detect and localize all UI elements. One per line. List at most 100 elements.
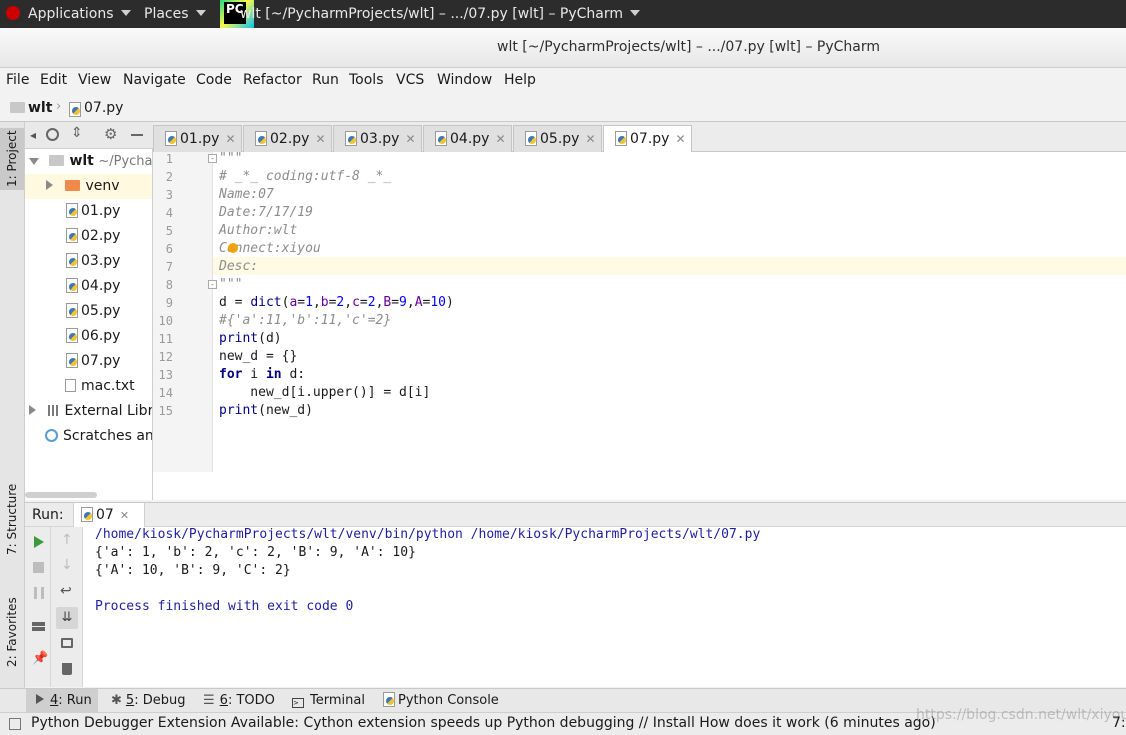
tree-external-libraries[interactable]: External Libraries <box>29 399 152 424</box>
tab-05[interactable]: 05.py ✕ <box>513 125 602 152</box>
project-panel: wlt ~/PycharmProjects/wlt venv 01.py 02.… <box>25 122 153 500</box>
tool-tab-python-console[interactable]: Python Console <box>382 689 499 713</box>
chevron-right-icon: › <box>56 99 62 114</box>
status-message[interactable]: Python Debugger Extension Available: Cyt… <box>31 715 936 731</box>
code-line: Name:07 <box>219 187 274 202</box>
pause-icon[interactable] <box>34 587 44 599</box>
tab-01[interactable]: 01.py ✕ <box>153 125 242 152</box>
tool-tab-debug[interactable]: ✱ 5: Debug <box>111 689 185 713</box>
menu-code[interactable]: Code <box>196 72 232 88</box>
menu-refactor[interactable]: Refactor <box>243 72 302 88</box>
library-icon <box>48 405 61 416</box>
status-toggle-icon[interactable] <box>9 718 21 730</box>
terminal-icon: > <box>292 698 304 708</box>
tab-07[interactable]: 07.py ✕ <box>603 125 692 153</box>
layout-icon[interactable] <box>32 622 45 631</box>
menu-view[interactable]: View <box>78 72 111 88</box>
code-line: #{'a':11,'b':11,'c'=2} <box>219 313 392 328</box>
tree-file[interactable]: 01.py <box>65 199 120 224</box>
close-icon[interactable]: ✕ <box>405 132 415 146</box>
fold-icon[interactable]: - <box>208 280 217 289</box>
tool-tab-run[interactable]: 4: Run <box>26 689 98 713</box>
window-title: wlt [~/PycharmProjects/wlt] – .../07.py … <box>497 39 881 55</box>
code-line: print(new_d) <box>219 403 313 418</box>
tree-venv[interactable]: venv <box>25 174 152 199</box>
collapse-all-icon[interactable]: ⇕ <box>71 125 83 141</box>
run-toolbar-left: 📌 <box>25 527 51 687</box>
tab-04[interactable]: 04.py ✕ <box>423 125 512 152</box>
menu-run[interactable]: Run <box>312 72 339 88</box>
python-file-icon <box>65 203 78 218</box>
tool-tab-favorites[interactable]: 2: Favorites <box>0 584 24 680</box>
hide-icon[interactable] <box>131 134 143 136</box>
pin-icon[interactable]: 📌 <box>32 651 48 666</box>
intention-bulb-icon[interactable] <box>228 243 238 253</box>
breadcrumb-project[interactable]: wlt <box>28 100 52 116</box>
arrow-up-icon[interactable]: ↑ <box>61 532 73 548</box>
console-command: /home/kiosk/PycharmProjects/wlt/venv/bin… <box>95 527 761 542</box>
tree-file[interactable]: 02.py <box>65 224 120 249</box>
python-file-icon <box>434 131 447 146</box>
editor-tabs: 01.py ✕ 02.py ✕ 03.py ✕ 04.py ✕ 05.py ✕ 07.py… <box>153 122 1126 153</box>
active-window-menu[interactable]: PC wlt [~/PycharmProjects/wlt] – .../07.… <box>220 0 641 28</box>
stop-icon[interactable] <box>33 562 44 573</box>
breadcrumb-file[interactable]: 07.py <box>84 100 123 116</box>
code-line: new_d = {} <box>219 349 298 364</box>
close-icon[interactable]: ✕ <box>585 132 595 146</box>
tool-tab-todo[interactable]: ☰ 6: TODO <box>203 689 275 713</box>
folder-icon <box>65 180 81 191</box>
chevron-right-icon <box>46 180 53 190</box>
console-output-line: {'a': 1, 'b': 2, 'c': 2, 'B': 9, 'A': 10… <box>95 545 416 560</box>
code-line: for i in d: <box>219 367 306 382</box>
system-top-bar: Applications Places PC wlt [~/PycharmPro… <box>0 0 1126 28</box>
run-label: Run: <box>32 507 64 523</box>
menu-tools[interactable]: Tools <box>349 72 384 88</box>
python-file-icon <box>65 278 78 293</box>
tab-03[interactable]: 03.py ✕ <box>333 125 422 152</box>
applications-menu[interactable]: Applications <box>6 0 131 28</box>
tree-file[interactable]: 04.py <box>65 274 120 299</box>
menu-file[interactable]: File <box>6 72 29 88</box>
tree-file[interactable]: 03.py <box>65 249 120 274</box>
collapse-icon[interactable]: ◂ <box>30 128 36 142</box>
tree-file[interactable]: mac.txt <box>65 374 135 399</box>
soft-wrap-icon[interactable]: ↩ <box>60 583 72 599</box>
places-menu[interactable]: Places <box>144 0 206 28</box>
rerun-icon[interactable] <box>34 536 44 548</box>
code-line: """ <box>219 277 243 292</box>
caret-position[interactable]: 7: <box>1112 715 1126 731</box>
folder-icon <box>49 155 65 166</box>
fold-icon[interactable]: - <box>208 154 217 163</box>
tree-file[interactable]: 05.py <box>65 299 120 324</box>
scroll-to-end-icon[interactable]: ⇊ <box>56 607 78 629</box>
chevron-down-icon <box>120 10 131 16</box>
code-line: """ <box>219 151 243 166</box>
close-icon[interactable]: ✕ <box>315 132 325 146</box>
tab-02[interactable]: 02.py ✕ <box>243 125 332 152</box>
tool-tab-project[interactable]: 1: Project <box>0 128 24 190</box>
tree-root[interactable]: wlt ~/PycharmProjects/wlt <box>29 149 152 174</box>
arrow-down-icon[interactable]: ↓ <box>61 557 73 573</box>
menu-window[interactable]: Window <box>437 72 492 88</box>
menu-help[interactable]: Help <box>504 72 536 88</box>
locate-icon[interactable] <box>46 128 59 141</box>
print-icon[interactable] <box>61 638 73 648</box>
tree-scratches[interactable]: Scratches and Consoles <box>45 424 152 449</box>
trash-icon[interactable] <box>62 663 72 675</box>
menu-edit[interactable]: Edit <box>40 72 67 88</box>
tool-tab-terminal[interactable]: > Terminal <box>292 689 365 713</box>
menu-navigate[interactable]: Navigate <box>123 72 186 88</box>
run-config-tab[interactable]: 07 ✕ <box>73 503 145 527</box>
close-icon[interactable]: ✕ <box>495 132 505 146</box>
close-icon[interactable]: ✕ <box>675 132 685 146</box>
tree-file[interactable]: 06.py <box>65 324 120 349</box>
python-file-icon <box>254 131 267 146</box>
menu-vcs[interactable]: VCS <box>396 72 424 88</box>
tool-tab-structure[interactable]: 7: Structure <box>0 474 24 564</box>
gear-icon[interactable]: ⚙ <box>104 125 117 143</box>
close-icon[interactable]: ✕ <box>225 132 235 146</box>
close-icon[interactable]: ✕ <box>120 509 129 522</box>
tree-file[interactable]: 07.py <box>65 349 120 374</box>
chevron-down-icon <box>29 158 39 165</box>
horizontal-scrollbar[interactable] <box>25 492 97 498</box>
